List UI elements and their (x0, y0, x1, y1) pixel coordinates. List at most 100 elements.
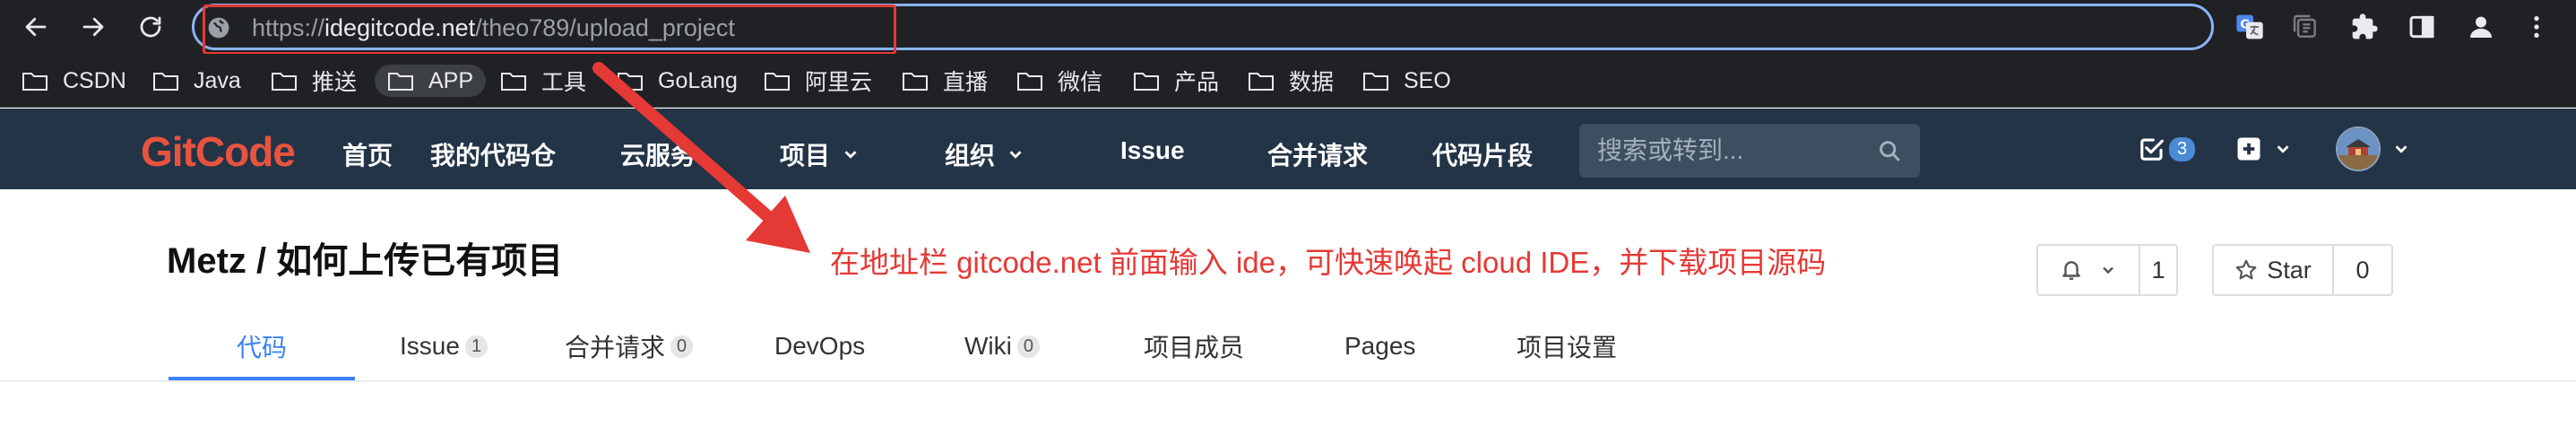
side-panel-button[interactable] (2404, 9, 2440, 45)
bookmark-folder[interactable]: APP (375, 65, 487, 97)
reload-button[interactable] (131, 7, 170, 47)
bookmark-folder[interactable]: 微信 (1016, 65, 1102, 97)
bookmark-folder[interactable]: Java (152, 65, 241, 97)
tab-merge-requests[interactable]: 合并请求 0 (565, 328, 694, 364)
side-panel-icon (2409, 15, 2434, 39)
bookmark-folder[interactable]: 推送 (271, 65, 357, 97)
todo-checkbox-icon (2140, 138, 2164, 161)
search-icon[interactable] (1877, 138, 1902, 163)
star-control: Star 0 (2212, 244, 2393, 296)
bookmark-label: Java (194, 67, 241, 93)
folder-icon (22, 73, 48, 91)
nav-label: 合并请求 (1267, 142, 1369, 170)
user-menu[interactable] (2336, 126, 2411, 171)
star-button[interactable]: Star (2214, 246, 2334, 294)
watch-count[interactable]: 1 (2140, 246, 2176, 294)
bookmark-label: APP (428, 67, 474, 93)
bookmark-label: 直播 (943, 70, 989, 95)
nav-cloud-services[interactable]: 云服务 (620, 136, 696, 172)
nav-home[interactable]: 首页 (342, 136, 393, 172)
back-button[interactable] (16, 7, 56, 47)
nav-label: 项目 (780, 142, 831, 170)
bookmark-label: 推送 (312, 70, 358, 95)
chevron-down-icon (2277, 145, 2289, 153)
nav-snippets[interactable]: 代码片段 (1432, 136, 1533, 172)
tab-label: 合并请求 (565, 334, 666, 362)
bookmark-folder[interactable]: SEO (1362, 65, 1451, 97)
tab-label: Wiki (964, 332, 1012, 360)
folder-icon (765, 73, 790, 91)
bookmark-folder[interactable]: GoLang (617, 65, 738, 97)
bookmark-folder[interactable]: 工具 (500, 65, 586, 97)
folder-icon (1017, 73, 1042, 91)
bookmark-label: SEO (1404, 67, 1451, 93)
bookmark-label: 微信 (1058, 70, 1103, 95)
puzzle-icon (2352, 13, 2378, 39)
browser-menu-button[interactable] (2519, 9, 2554, 45)
forward-button[interactable] (73, 7, 113, 47)
nav-label: 代码片段 (1432, 142, 1534, 170)
todo-button[interactable]: 3 (2139, 135, 2196, 162)
bookmark-folder[interactable]: 直播 (902, 65, 988, 97)
tab-search-button[interactable] (2287, 9, 2323, 45)
nav-label: 我的代码仓 (430, 142, 557, 170)
tab-code[interactable]: 代码 (237, 328, 287, 364)
tab-wiki[interactable]: Wiki 0 (964, 328, 1040, 364)
tab-issue[interactable]: Issue 1 (400, 328, 488, 364)
tab-count-badge: 1 (464, 335, 488, 358)
bookmark-label: 产品 (1174, 70, 1220, 95)
nav-issue[interactable]: Issue (1120, 136, 1185, 165)
chevron-down-icon (2103, 266, 2114, 274)
nav-my-repos[interactable]: 我的代码仓 (430, 136, 556, 172)
extensions-button[interactable] (2347, 9, 2382, 45)
watch-button[interactable] (2038, 246, 2140, 294)
profile-button[interactable] (2463, 9, 2499, 45)
nav-label: 云服务 (620, 142, 696, 170)
bookmark-label: 数据 (1289, 70, 1335, 95)
profile-icon (2470, 16, 2492, 38)
nav-merge-requests[interactable]: 合并请求 (1267, 136, 1368, 172)
search-input[interactable] (1579, 124, 1857, 178)
bookmark-folder[interactable]: CSDN (22, 65, 126, 97)
tab-count-badge: 0 (670, 335, 694, 358)
nav-projects[interactable]: 项目 (780, 136, 860, 172)
bookmark-folder[interactable]: 阿里云 (764, 65, 872, 97)
tab-search-icon (2293, 14, 2316, 38)
tab-members[interactable]: 项目成员 (1144, 328, 1244, 364)
tab-devops[interactable]: DevOps (774, 328, 865, 364)
star-label: Star (2267, 256, 2312, 283)
tab-pages[interactable]: Pages (1344, 328, 1415, 364)
reload-icon (140, 16, 161, 38)
annotation-text: 在地址栏 gitcode.net 前面输入 ide，可快速唤起 cloud ID… (830, 246, 1827, 279)
tab-label: DevOps (774, 332, 866, 360)
folder-icon (1363, 73, 1388, 91)
gitcode-logo[interactable]: GitCode (141, 127, 296, 176)
new-item-dropdown[interactable] (2235, 135, 2293, 162)
translate-button[interactable]: G (2232, 9, 2268, 45)
chevron-down-icon (844, 151, 857, 159)
back-arrow-icon (25, 17, 47, 37)
tab-settings[interactable]: 项目设置 (1517, 328, 1617, 364)
notification-watch: 1 (2036, 244, 2178, 296)
todo-count-badge: 3 (2169, 136, 2196, 161)
project-title: Metz / 如何上传已有项目 (167, 241, 564, 281)
folder-icon (903, 73, 928, 91)
folder-icon (1134, 73, 1159, 91)
kebab-menu-icon (2534, 16, 2539, 38)
star-count[interactable]: 0 (2334, 246, 2391, 294)
plus-square-icon (2237, 137, 2260, 161)
forward-arrow-icon (82, 17, 104, 37)
tab-label: 代码 (237, 334, 288, 362)
tabs-divider (0, 380, 2576, 382)
browser-toolbar: https://idegitcode.net/theo789/upload_pr… (0, 0, 2576, 55)
bookmark-folder[interactable]: 数据 (1248, 65, 1334, 97)
bookmark-label: GoLang (658, 67, 738, 93)
nav-groups[interactable]: 组织 (945, 136, 1025, 172)
gitcode-header: GitCode 首页 我的代码仓 云服务 项目 组织 Issue 合并请求 代码… (0, 109, 2576, 189)
tab-count-badge: 0 (1016, 335, 1040, 358)
nav-label: 组织 (945, 142, 996, 170)
chevron-down-icon (1009, 151, 1022, 159)
bookmark-label: 阿里云 (805, 70, 873, 95)
star-icon (2235, 259, 2257, 280)
bookmark-folder[interactable]: 产品 (1133, 65, 1219, 97)
